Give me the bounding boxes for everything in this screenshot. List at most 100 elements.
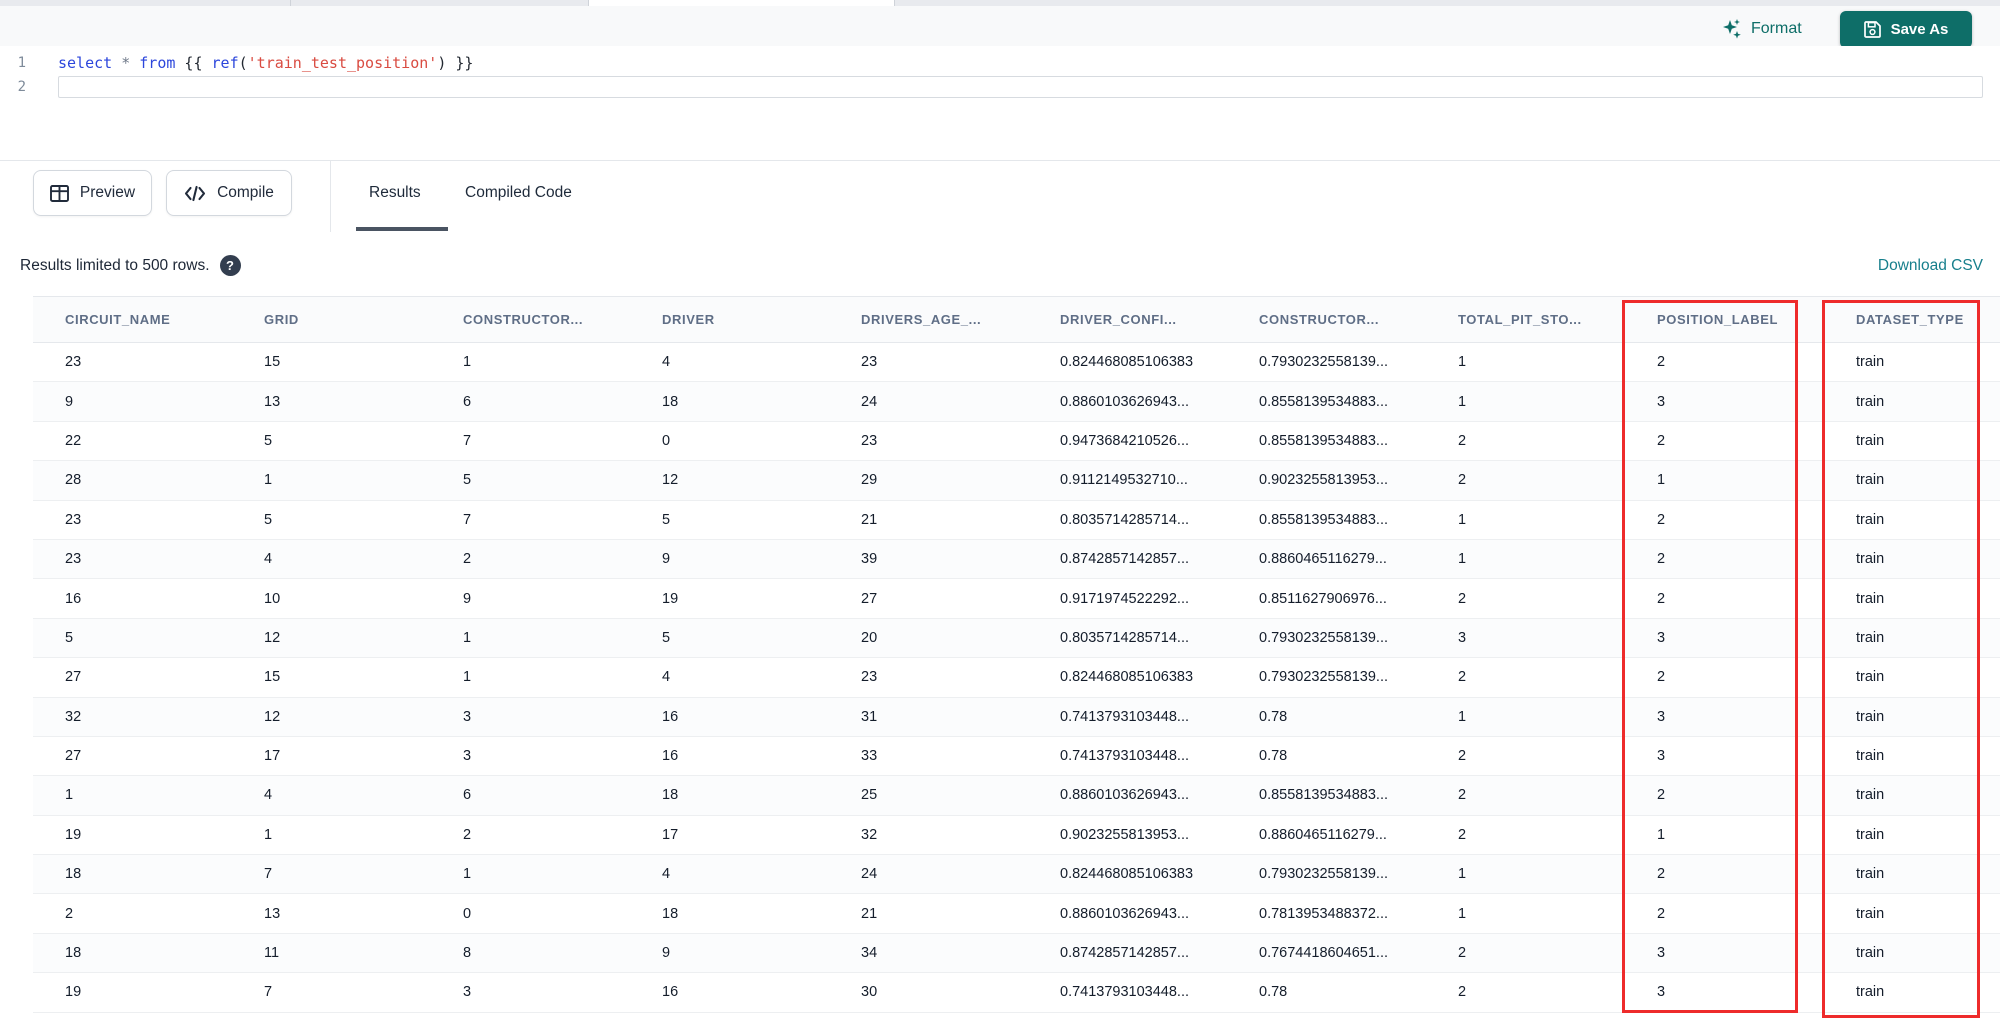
table-cell: 9	[65, 393, 74, 410]
table-cell: 2	[1657, 432, 1666, 449]
table-cell: train	[1856, 354, 1885, 371]
table-cell: 18	[662, 787, 679, 804]
table-cell: 7	[463, 511, 472, 528]
table-cell: 2	[1458, 984, 1467, 1001]
table-cell: 16	[662, 748, 679, 765]
table-cell: 21	[861, 511, 878, 528]
column-header: CONSTRUCTOR...	[1259, 312, 1380, 327]
table-cell: 30	[861, 984, 878, 1001]
table-row[interactable]: 23 4 2 9 39 0.8742857142857... 0.8860465116279…	[33, 539, 2000, 580]
tab-results[interactable]: Results	[369, 184, 421, 202]
column-header: TOTAL_PIT_STO...	[1458, 312, 1582, 327]
download-csv-link[interactable]: Download CSV	[1878, 257, 1983, 275]
table-row[interactable]: 2 13 0 18 21 0.8860103626943... 0.781395348837…	[33, 894, 2000, 934]
table-cell: 0.9023255813953...	[1060, 826, 1190, 843]
table-cell: 22	[65, 432, 82, 449]
table-cell: 2	[1458, 945, 1467, 962]
table-cell: 32	[65, 708, 82, 725]
tab-compiled-code[interactable]: Compiled Code	[465, 184, 572, 202]
table-cell: 1	[1458, 905, 1467, 922]
table-cell: 27	[65, 669, 82, 686]
table-cell: train	[1856, 551, 1885, 568]
table-cell: 0.8558139534883...	[1259, 511, 1389, 528]
table-cell: 2	[1657, 669, 1666, 686]
format-button[interactable]: Format	[1722, 18, 1802, 40]
table-row[interactable]: 9 13 6 18 24 0.8860103626943... 0.855813953488…	[33, 382, 2000, 422]
table-row[interactable]: 18 11 8 9 34 0.8742857142857... 0.767441860465…	[33, 933, 2000, 974]
save-icon	[1863, 21, 1881, 38]
table-cell: train	[1856, 787, 1885, 804]
table-cell: 0.78	[1259, 984, 1288, 1001]
table-cell: 0.824468085106383	[1060, 866, 1194, 883]
table-cell: 3	[1458, 629, 1467, 646]
compile-button[interactable]: Compile	[166, 170, 292, 216]
table-cell: 1	[1458, 866, 1467, 883]
table-row[interactable]: 28 1 5 12 29 0.9112149532710... 0.902325581395…	[33, 461, 2000, 501]
table-row[interactable]: 23 5 7 5 21 0.8035714285714... 0.8558139534883…	[33, 500, 2000, 540]
code-brackets-icon	[184, 185, 206, 202]
table-cell: train	[1856, 905, 1885, 922]
table-cell: 6	[463, 787, 472, 804]
table-cell: 27	[861, 590, 878, 607]
table-cell: 16	[65, 590, 82, 607]
table-cell: 1	[65, 787, 74, 804]
table-row[interactable]: 23 15 1 4 23 0.824468085106383 0.7930232558139…	[33, 343, 2000, 383]
table-row[interactable]: 27 15 1 4 23 0.824468085106383 0.7930232558139…	[33, 658, 2000, 698]
table-cell: 0.8860465116279...	[1259, 826, 1387, 843]
cursor-line-box[interactable]	[58, 76, 1983, 98]
table-cell: 33	[861, 748, 878, 765]
table-cell: 4	[662, 669, 671, 686]
active-tab-underline	[356, 227, 448, 231]
table-cell: 2	[463, 551, 472, 568]
table-cell: 0.8558139534883...	[1259, 432, 1389, 449]
help-icon[interactable]: ?	[219, 255, 241, 276]
table-row[interactable]: 19 1 2 17 32 0.9023255813953... 0.886046511627…	[33, 815, 2000, 856]
table-row[interactable]: 27 17 3 16 33 0.7413793103448... 0.78 2 3 train	[33, 736, 2000, 777]
table-body: 23 15 1 4 23 0.824468085106383 0.7930232558139…	[0, 343, 2000, 1013]
table-cell: 2	[1657, 787, 1666, 804]
table-row[interactable]: 5 12 1 5 20 0.8035714285714... 0.7930232558139…	[33, 618, 2000, 659]
table-cell: 4	[264, 551, 273, 568]
table-cell: 3	[463, 708, 472, 725]
table-cell: train	[1856, 708, 1885, 725]
table-grid-icon	[49, 184, 69, 202]
table-cell: 2	[1657, 590, 1666, 607]
save-as-button[interactable]: Save As	[1840, 11, 1972, 48]
table-row[interactable]: 18 7 1 4 24 0.824468085106383 0.7930232558139.…	[33, 855, 2000, 895]
table-cell: 24	[861, 393, 878, 410]
sql-editor[interactable]: 1 select * from {{ ref('train_test_posit…	[0, 46, 2000, 160]
table-cell: 0.8035714285714...	[1060, 511, 1190, 528]
table-cell: 2	[1458, 590, 1467, 607]
table-cell: 1	[463, 669, 472, 686]
sql-ide-window: Format Save As 1 select * from {{ ref('t…	[0, 0, 2000, 1020]
table-cell: 16	[662, 984, 679, 1001]
code-token-plain: {{	[175, 54, 212, 72]
table-cell: train	[1856, 511, 1885, 528]
table-cell: 7	[264, 984, 273, 1001]
table-row[interactable]: 32 12 3 16 31 0.7413793103448... 0.78 1 3 train	[33, 697, 2000, 737]
column-header: CIRCUIT_NAME	[65, 312, 171, 327]
table-row[interactable]: 19 7 3 16 30 0.7413793103448... 0.78 2 3 train	[33, 973, 2000, 1013]
results-table: CIRCUIT_NAME GRID CONSTRUCTOR... DRIVER DRIV…	[0, 296, 2000, 1013]
table-cell: 11	[264, 945, 280, 962]
table-cell: 0.7413793103448...	[1060, 708, 1190, 725]
table-cell: 0.7930232558139...	[1259, 669, 1389, 686]
table-row[interactable]: 16 10 9 19 27 0.9171974522292... 0.85116279069…	[33, 579, 2000, 619]
table-cell: 0.9171974522292...	[1060, 590, 1190, 607]
table-cell: 0.824468085106383	[1060, 354, 1194, 371]
table-cell: 1	[1458, 551, 1467, 568]
table-cell: train	[1856, 590, 1885, 607]
table-row[interactable]: 22 5 7 0 23 0.9473684210526... 0.8558139534883…	[33, 421, 2000, 462]
table-cell: 1	[1657, 826, 1666, 843]
table-row[interactable]: 1 4 6 18 25 0.8860103626943... 0.8558139534883…	[33, 776, 2000, 816]
preview-button[interactable]: Preview	[33, 170, 152, 216]
editor-toolbar: Format Save As	[0, 6, 2000, 48]
table-cell: 8	[463, 945, 472, 962]
table-cell: 2	[1458, 432, 1467, 449]
table-cell: 0.9473684210526...	[1060, 432, 1190, 449]
table-cell: 12	[662, 472, 679, 489]
table-cell: 3	[463, 748, 472, 765]
code-line-1[interactable]: 1 select * from {{ ref('train_test_posit…	[0, 52, 2000, 74]
table-header-row: CIRCUIT_NAME GRID CONSTRUCTOR... DRIVER DRIV…	[33, 296, 2000, 343]
